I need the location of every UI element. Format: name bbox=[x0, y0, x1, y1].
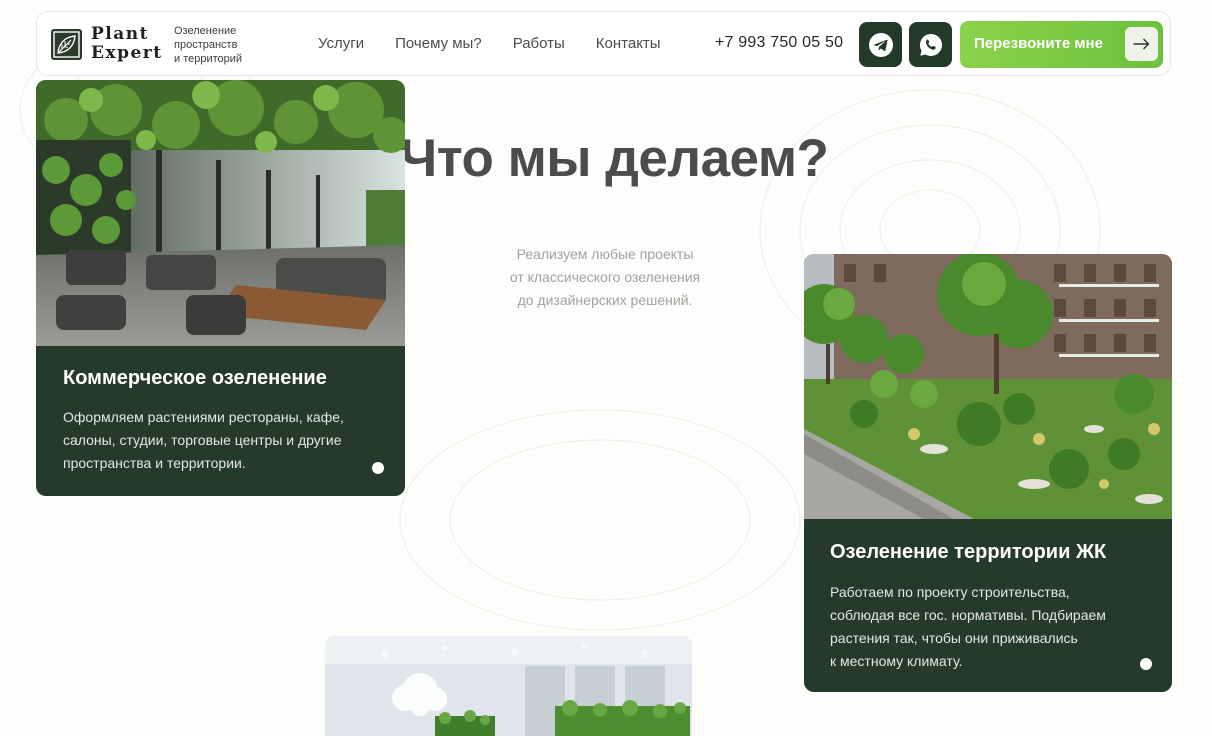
callback-button[interactable]: Перезвоните мне bbox=[960, 21, 1163, 68]
main-nav: Услуги Почему мы? Работы Контакты bbox=[318, 35, 692, 52]
whatsapp-icon bbox=[919, 33, 942, 56]
logo-caption: Озеленение пространств и территорий bbox=[174, 24, 264, 66]
callback-arrow-box bbox=[1125, 27, 1158, 61]
telegram-icon bbox=[868, 32, 893, 57]
card-description-line: соблюдая все гос. нормативы. Подбираем bbox=[830, 607, 1106, 623]
arrow-right-icon bbox=[1133, 38, 1150, 50]
caption-line: Озеленение bbox=[174, 25, 237, 37]
leaf-logo-icon[interactable] bbox=[51, 29, 82, 60]
service-card-commercial[interactable]: Коммерческое озеленение Оформляем растен… bbox=[36, 80, 405, 496]
service-card-office[interactable] bbox=[325, 636, 692, 736]
card-description-line: пространства и территории. bbox=[63, 455, 246, 471]
card-description-line: салоны, студии, торговые центры и другие bbox=[63, 432, 342, 448]
logo-line-2: Expert bbox=[91, 43, 163, 63]
section-heading: Что мы делаем? bbox=[400, 129, 829, 188]
nav-item-services[interactable]: Услуги bbox=[318, 35, 364, 52]
card-description-line: к местному климату. bbox=[830, 653, 963, 669]
card-description: Оформляем растениями рестораны, кафе, са… bbox=[63, 406, 344, 475]
callback-button-label: Перезвоните мне bbox=[974, 35, 1103, 52]
whatsapp-button[interactable] bbox=[909, 22, 952, 67]
subtext-line: Реализуем любые проекты bbox=[516, 246, 694, 262]
card-title: Коммерческое озеленение bbox=[63, 367, 327, 389]
card-description-line: Работаем по проекту строительства, bbox=[830, 584, 1070, 600]
office-greenery-photo bbox=[325, 636, 692, 736]
logo-wordmark[interactable]: Plant Expert bbox=[91, 25, 163, 63]
subtext-line: до дизайнерских решений. bbox=[517, 292, 693, 308]
service-card-residential[interactable]: Озеленение территории ЖК Работаем по про… bbox=[804, 254, 1172, 692]
card-indicator-dot bbox=[372, 462, 384, 474]
nav-item-works[interactable]: Работы bbox=[513, 35, 565, 52]
phone-link[interactable]: +7 993 750 05 50 bbox=[715, 34, 843, 52]
nav-item-contacts[interactable]: Контакты bbox=[596, 35, 661, 52]
caption-line: и территорий bbox=[174, 53, 243, 65]
card-description-line: Оформляем растениями рестораны, кафе, bbox=[63, 409, 344, 425]
site-header: Plant Expert Озеленение пространств и те… bbox=[36, 11, 1171, 76]
section-subtext: Реализуем любые проекты от классического… bbox=[470, 243, 740, 312]
logo-line-1: Plant bbox=[91, 24, 149, 44]
restaurant-greenery-photo bbox=[36, 80, 405, 346]
card-description-line: растения так, чтобы они приживались bbox=[830, 630, 1078, 646]
card-indicator-dot bbox=[1140, 658, 1152, 670]
telegram-button[interactable] bbox=[859, 22, 902, 67]
card-title: Озеленение территории ЖК bbox=[830, 541, 1107, 563]
residential-garden-photo bbox=[804, 254, 1172, 519]
card-description: Работаем по проекту строительства, соблю… bbox=[830, 581, 1106, 673]
nav-item-why-us[interactable]: Почему мы? bbox=[395, 35, 482, 52]
caption-line: пространств bbox=[174, 39, 238, 51]
subtext-line: от классического озеленения bbox=[509, 269, 701, 285]
